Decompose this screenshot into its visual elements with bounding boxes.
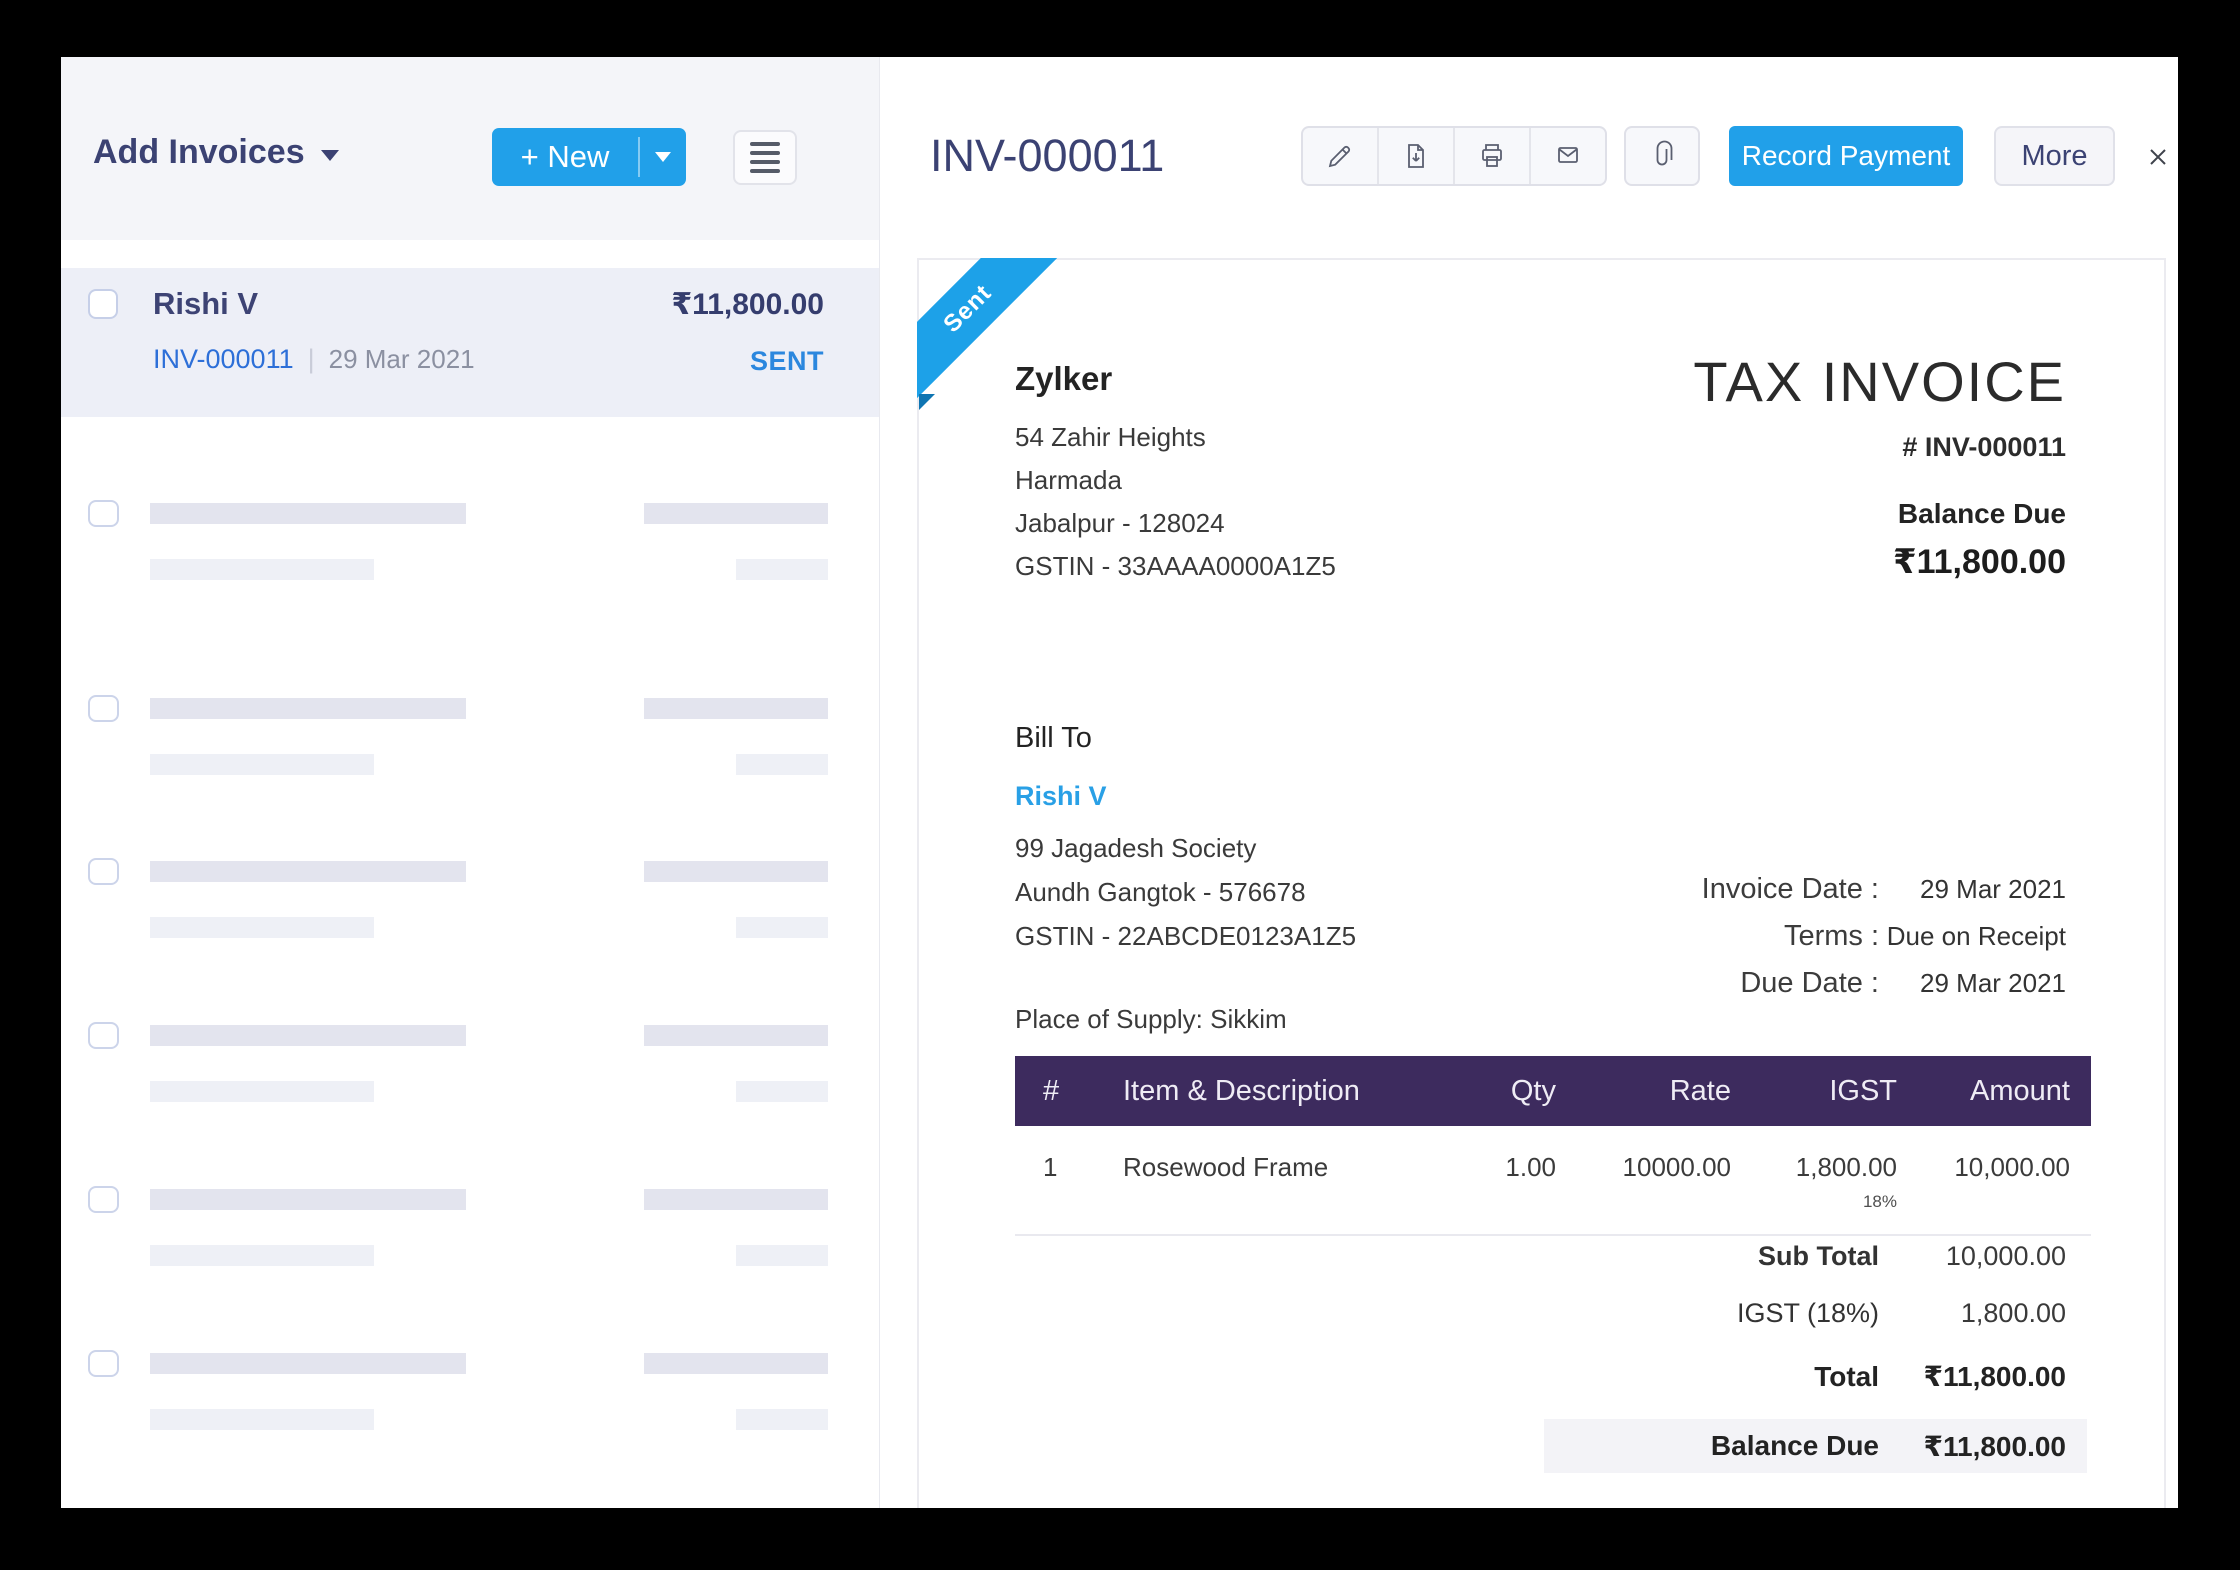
row-checkbox[interactable] [88, 695, 119, 722]
close-button[interactable] [2138, 137, 2178, 177]
chevron-down-icon [655, 152, 671, 162]
table-row: 1 Rosewood Frame 1.00 10000.00 1,800.00 … [1015, 1126, 2091, 1236]
chevron-down-icon [320, 149, 339, 161]
customer-link[interactable]: Rishi V [1015, 781, 1356, 812]
invoices-app-window: Add Invoices + New Rishi V ₹11,800.00 IN… [61, 57, 2178, 1508]
status-badge: SENT [749, 346, 824, 376]
customer-gstin: GSTIN - 22ABCDE0123A1Z5 [1015, 921, 1357, 951]
row-checkbox[interactable] [88, 1186, 119, 1213]
paperclip-icon [1656, 140, 1673, 166]
seller-info: Zylker 54 Zahir Heights Harmada Jabalpur… [1015, 360, 1336, 588]
document-heading: TAX INVOICE # INV-000011 [1693, 352, 2066, 463]
tax-invoice-title: TAX INVOICE [1693, 350, 2066, 413]
invoice-list-item-selected[interactable]: Rishi V ₹11,800.00 INV-000011 | 29 Mar 2… [61, 268, 879, 417]
row-index: 1 [1043, 1152, 1058, 1182]
add-invoices-label: Add Invoices [93, 132, 305, 171]
seller-name: Zylker [1015, 360, 1113, 397]
customer-address: 99 Jagadesh Society Aundh Gangtok - 5766… [1015, 826, 1356, 958]
item-rate: 10000.00 [1622, 1152, 1731, 1182]
attachment-button[interactable] [1624, 126, 1700, 186]
more-button[interactable]: More [1994, 126, 2115, 186]
invoice-number-link[interactable]: INV-000011 [153, 344, 294, 375]
igst-row: IGST (18%) 1,800.00 [1736, 1298, 2066, 1328]
subtotal-row: Sub Total 10,000.00 [1758, 1241, 2066, 1271]
totals-section: Sub Total 10,000.00 IGST (18%) 1,800.00 … [1544, 1228, 2087, 1473]
row-checkbox[interactable] [88, 500, 119, 527]
email-button[interactable] [1531, 128, 1605, 184]
due-date-row: Due Date : 29 Mar 2021 [1740, 967, 2066, 999]
seller-address-line: Harmada [1015, 465, 1122, 495]
row-checkbox[interactable] [88, 1350, 119, 1377]
pencil-icon [1328, 145, 1351, 168]
invoice-meta-line: INV-000011 | 29 Mar 2021 [153, 344, 475, 375]
balance-due-summary: Balance Due ₹11,800.00 [1893, 498, 2066, 582]
item-amount: 10,000.00 [1954, 1152, 2070, 1182]
invoice-detail-panel: INV-000011 Record Payment More Sent Zylk… [880, 57, 2178, 1508]
new-button-dropdown[interactable] [640, 128, 686, 186]
skeleton-list-item [61, 1186, 879, 1270]
item-igst: 1,800.00 18% [1731, 1152, 1897, 1212]
skeleton-list-item [61, 695, 879, 779]
new-button[interactable]: + New [492, 128, 638, 186]
invoice-document: Sent Zylker 54 Zahir Heights Harmada Jab… [917, 258, 2166, 1508]
seller-gstin: GSTIN - 33AAAA0000A1Z5 [1015, 551, 1336, 581]
line-items-table: # Item & Description Qty Rate IGST Amoun… [1015, 1056, 2091, 1236]
customer-name: Rishi V [153, 286, 259, 321]
edit-button[interactable] [1303, 128, 1379, 184]
screen-frame: Add Invoices + New Rishi V ₹11,800.00 IN… [0, 0, 2240, 1570]
new-invoice-split-button[interactable]: + New [492, 128, 686, 186]
pdf-button[interactable] [1379, 128, 1455, 184]
invoice-meta: Invoice Date : 29 Mar 2021 Terms : Due o… [1446, 866, 2066, 1007]
invoice-amount: ₹11,800.00 [671, 288, 824, 321]
skeleton-list-item [61, 1350, 879, 1434]
invoice-number: # INV-000011 [1902, 432, 2066, 462]
ribbon-fold [919, 394, 935, 410]
skeleton-list-item [61, 858, 879, 942]
close-icon [2150, 149, 2166, 165]
balance-due-label: Balance Due [1897, 498, 2066, 529]
printer-icon [1482, 144, 1502, 167]
bill-to-section: Bill To Rishi V 99 Jagadesh Society Aund… [1015, 722, 1356, 1035]
skeleton-list-item [61, 500, 879, 584]
invoice-list-panel: Add Invoices + New Rishi V ₹11,800.00 IN… [61, 57, 880, 1508]
seller-address-line: Jabalpur - 128024 [1015, 508, 1225, 538]
item-qty: 1.00 [1505, 1152, 1556, 1182]
pdf-document-icon [1408, 144, 1424, 168]
list-menu-button[interactable] [733, 130, 797, 185]
item-description: Rosewood Frame [1123, 1152, 1329, 1182]
row-checkbox[interactable] [88, 858, 119, 885]
igst-percentage: 18% [1862, 1192, 1897, 1211]
print-button[interactable] [1455, 128, 1531, 184]
separator: | [307, 344, 315, 374]
add-invoices-dropdown[interactable]: Add Invoices [93, 57, 339, 247]
invoice-date-row: Invoice Date : 29 Mar 2021 [1701, 873, 2066, 905]
hamburger-icon [750, 142, 780, 146]
invoice-date: 29 Mar 2021 [328, 344, 475, 374]
terms-row: Terms : Due on Receipt [1783, 920, 2066, 952]
balance-due-row: Balance Due ₹11,800.00 [1544, 1419, 2087, 1473]
invoice-toolbar [1301, 126, 1607, 186]
seller-address-line: 54 Zahir Heights [1015, 422, 1206, 452]
record-payment-button[interactable]: Record Payment [1729, 126, 1963, 186]
detail-title: INV-000011 [930, 130, 1165, 181]
skeleton-list-item [61, 1022, 879, 1106]
bill-to-label: Bill To [1015, 722, 1092, 754]
envelope-icon [1558, 147, 1578, 163]
total-row: Total ₹11,800.00 [1814, 1360, 2066, 1393]
row-checkbox[interactable] [88, 1022, 119, 1049]
table-header: # Item & Description Qty Rate IGST Amoun… [1015, 1056, 2091, 1126]
balance-due-value: ₹11,800.00 [1892, 543, 2066, 581]
place-of-supply: Place of Supply: Sikkim [1015, 1004, 1287, 1034]
row-checkbox[interactable] [88, 289, 118, 319]
